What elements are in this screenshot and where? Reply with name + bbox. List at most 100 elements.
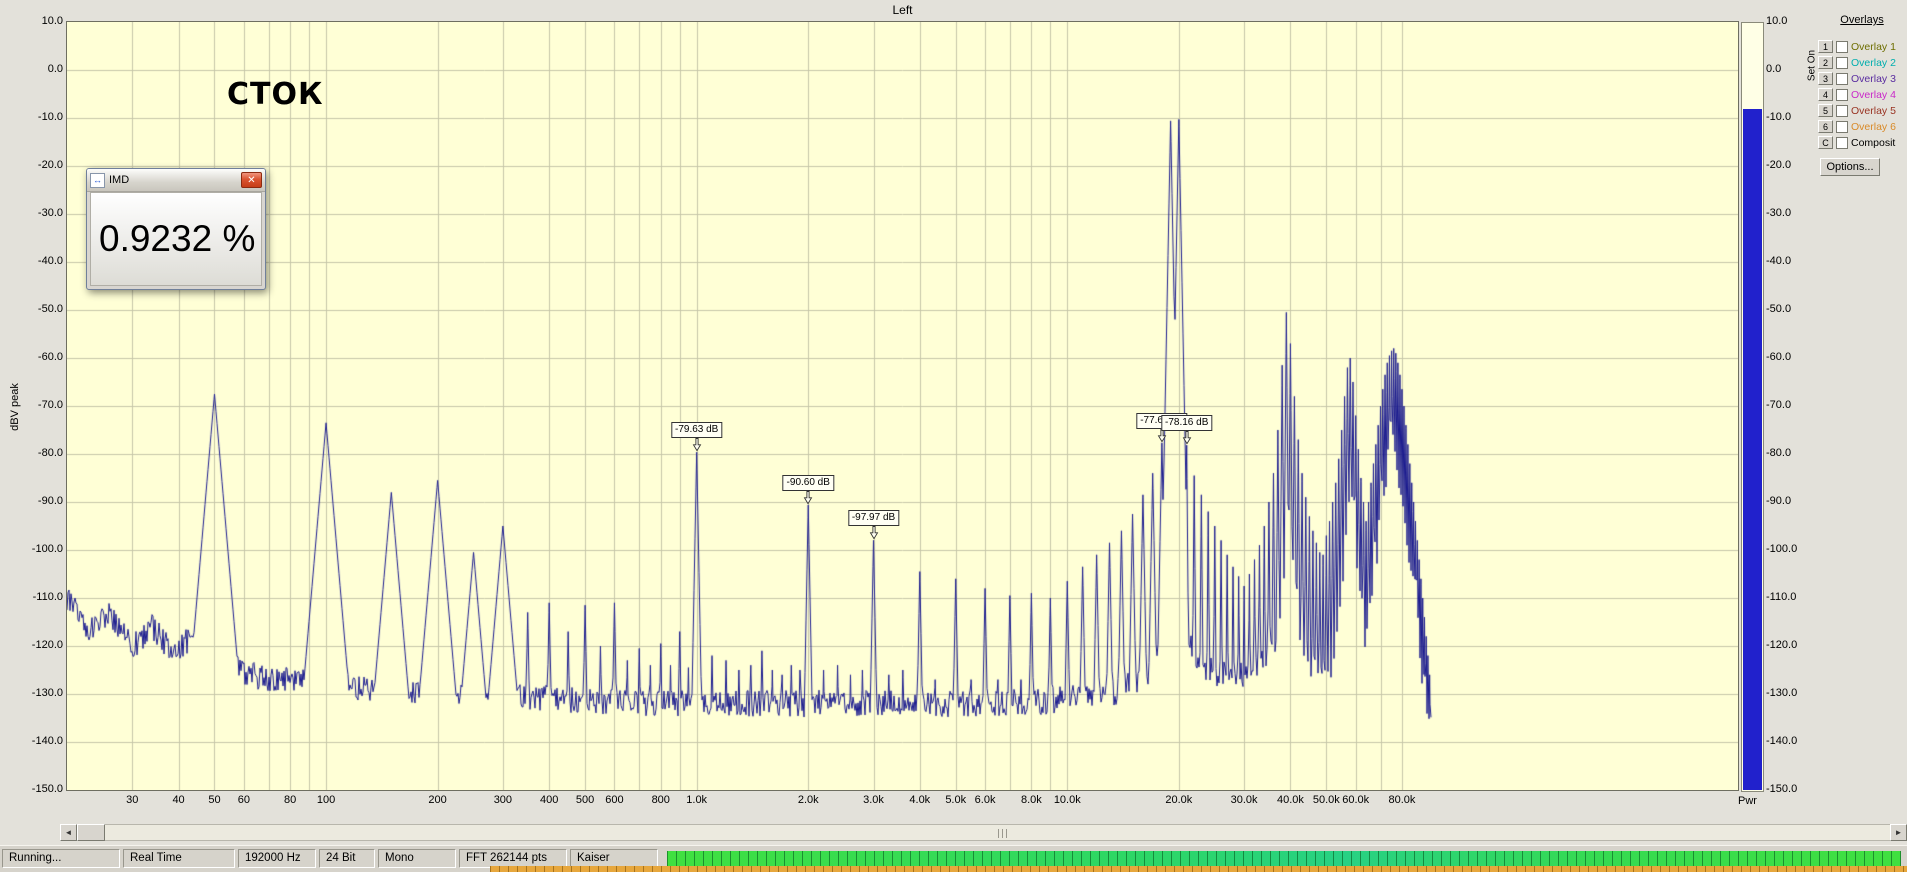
status-samplerate: 192000 Hz [238,849,316,868]
overlay-row-1: 1 Overlay 1 [1818,40,1906,53]
overlay-row-6: 6 Overlay 6 [1818,120,1906,133]
plot-title: Left [892,3,913,17]
overlay-5-checkbox[interactable] [1836,104,1848,117]
imd-dialog-icon: ↔ [90,172,105,188]
overlay-3-button[interactable]: 3 [1818,72,1833,85]
overlay-1-button[interactable]: 1 [1818,40,1833,53]
x-tick-label: 30 [126,794,139,806]
x-axis-labels: 30 40 50 60 80 100 200 300 400 500 600 800 1.0k 2.0k 3… [0,794,1907,809]
y-tick-label: -10.0 [1766,111,1792,123]
y-tick-label: -50.0 [37,303,63,315]
x-tick-label: 60.0k [1342,794,1370,806]
imd-dialog-title: IMD [109,174,130,186]
overlay-6-button[interactable]: 6 [1818,120,1833,133]
overlay-4-button[interactable]: 4 [1818,88,1833,101]
y-tick-label: -40.0 [1766,255,1792,267]
overlay-2-label: Overlay 2 [1851,56,1896,69]
x-tick-label: 300 [493,794,513,806]
level-meter [667,851,1901,866]
x-tick-label: 20.0k [1165,794,1193,806]
status-bitdepth: 24 Bit [319,849,375,868]
y-tick-label: -40.0 [37,255,63,267]
scrollbar-track[interactable] [105,824,1890,841]
overlay-row-2: 2 Overlay 2 [1818,56,1906,69]
y-tick-label: -60.0 [37,351,63,363]
cursor-arrow-icon [692,438,701,452]
scroll-left-button[interactable]: ◄ [60,824,77,841]
options-button[interactable]: Options... [1820,158,1880,176]
overlay-3-label: Overlay 3 [1851,72,1896,85]
y-tick-label: -70.0 [1766,399,1792,411]
y-tick-label: -30.0 [1766,207,1792,219]
spectrum-analyzer-window: Left dBV peak 10.0 0.0 -10.0 -20.0 -30.0 -40.… [0,0,1907,872]
overlay-1-label: Overlay 1 [1851,40,1896,53]
overlay-row-5: 5 Overlay 5 [1818,104,1906,117]
y-tick-label: -130.0 [1766,687,1798,699]
horizontal-scrollbar[interactable]: ◄ ► [60,824,1907,841]
overlay-row-4: 4 Overlay 4 [1818,88,1906,101]
scrollbar-thumb[interactable] [77,824,105,841]
overlay-4-label: Overlay 4 [1851,88,1896,101]
y-tick-label: -140.0 [31,735,63,747]
cursor-db-label[interactable]: -90.60 dB [782,474,834,491]
overlay-1-checkbox[interactable] [1836,40,1848,53]
overlay-2-button[interactable]: 2 [1818,56,1833,69]
overlays-title: Overlays [1840,14,1884,26]
overlays-column-header: Set On [1806,49,1818,82]
y-tick-label: -80.0 [37,447,63,459]
overlay-4-checkbox[interactable] [1836,88,1848,101]
level-meter-secondary [490,866,1907,872]
scroll-right-icon: ► [1894,828,1903,837]
x-tick-label: 100 [316,794,336,806]
y-axis-labels-right: 10.0 0.0 -10.0 -20.0 -30.0 -40.0 -50.0 -60.0 -70… [1766,0,1812,820]
plot-area: -79.63 dB-90.60 dB-97.97 dB-77.65 dB-78.… [66,21,1739,791]
y-axis-labels-left: 10.0 0.0 -10.0 -20.0 -30.0 -40.0 -50.0 -60.0 -70… [12,0,63,820]
x-tick-label: 3.0k [863,794,884,806]
scroll-right-button[interactable]: ► [1890,824,1907,841]
y-tick-label: -140.0 [1766,735,1798,747]
imd-dialog: ↔ IMD ✕ 0.9232 % [86,168,266,290]
composite-label: Composit [1851,136,1896,149]
scroll-left-icon: ◄ [64,828,73,837]
composite-button[interactable]: C [1818,136,1833,149]
y-tick-label: -130.0 [31,687,63,699]
power-meter-fill [1743,109,1762,790]
y-tick-label: -30.0 [37,207,63,219]
overlay-row-3: 3 Overlay 3 [1818,72,1906,85]
y-tick-label: 10.0 [41,15,63,27]
x-tick-label: 60 [237,794,250,806]
composite-checkbox[interactable] [1836,136,1848,149]
close-icon: ✕ [247,174,256,186]
cursor-db-label[interactable]: -79.63 dB [670,422,723,439]
overlay-6-checkbox[interactable] [1836,120,1848,133]
cursor-db-label[interactable]: -78.16 dB [1161,415,1213,432]
imd-dialog-titlebar[interactable]: ↔ IMD ✕ [87,169,265,192]
cursor-arrow-icon [869,526,878,540]
y-tick-label: -120.0 [31,639,63,651]
y-tick-label: -110.0 [32,591,63,603]
overlay-2-checkbox[interactable] [1836,56,1848,69]
y-tick-label: -70.0 [37,399,63,411]
y-tick-label: 0.0 [1766,63,1782,75]
x-tick-label: 10.0k [1053,794,1081,806]
y-tick-label: 0.0 [47,63,63,75]
y-tick-label: -10.0 [37,111,63,123]
y-tick-label: -120.0 [1766,639,1798,651]
x-tick-label: 2.0k [797,794,819,806]
cursor-arrow-icon [803,490,813,505]
overlay-3-checkbox[interactable] [1836,72,1848,85]
cursor-db-label[interactable]: -97.97 dB [847,510,900,527]
overlays-panel: Overlays Set On 1 Overlay 1 2 Overlay 2 … [1807,2,1906,176]
power-meter [1741,22,1764,792]
imd-close-button[interactable]: ✕ [241,172,262,188]
y-tick-label: -20.0 [1766,159,1792,171]
y-tick-label: -80.0 [1766,447,1792,459]
cursor-arrow-icon [1182,431,1192,445]
statusbar: Running... Real Time 192000 Hz 24 Bit Mo… [0,845,1907,872]
imd-dialog-body: 0.9232 % [90,192,262,286]
status-realtime: Real Time [123,849,235,868]
overlay-5-button[interactable]: 5 [1818,104,1833,117]
y-tick-label: -100.0 [1766,543,1798,555]
scrollbar-grip [997,829,1009,838]
marker-layer: -79.63 dB-90.60 dB-97.97 dB-77.65 dB-78.… [67,22,1738,790]
